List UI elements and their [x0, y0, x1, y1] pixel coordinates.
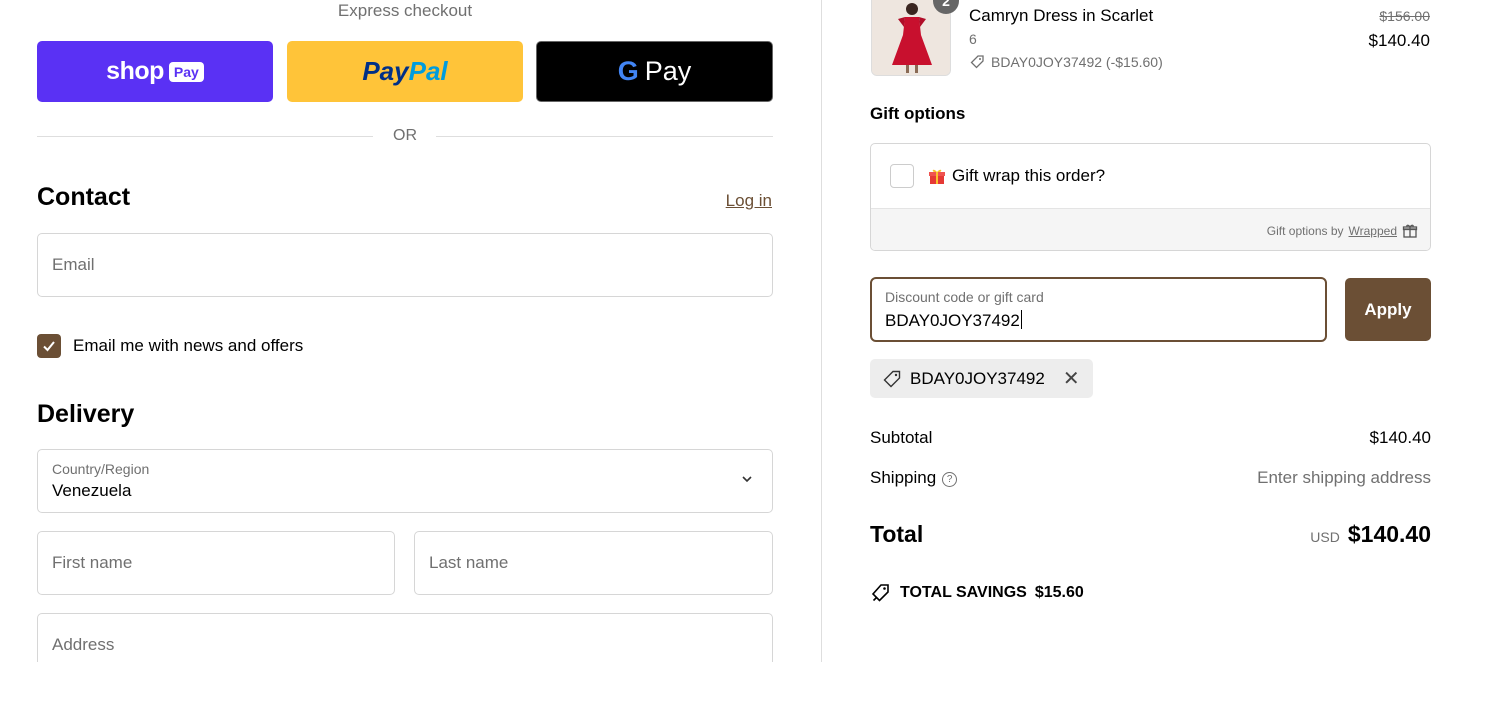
- discount-label: Discount code or gift card: [885, 289, 1044, 305]
- log-in-link[interactable]: Log in: [726, 191, 772, 211]
- wrapped-link[interactable]: Wrapped: [1349, 224, 1397, 238]
- google-pay-label: Pay: [644, 56, 692, 86]
- product-variant: 6: [969, 31, 977, 47]
- google-g-icon: G: [617, 56, 639, 86]
- gift-emoji-icon: [929, 169, 945, 184]
- first-name-field[interactable]: First name: [37, 531, 395, 595]
- shop-pay-wordmark: shop: [106, 57, 164, 85]
- newsletter-checkbox[interactable]: [37, 334, 61, 358]
- help-icon[interactable]: ?: [942, 472, 958, 487]
- currency-code: USD: [1310, 529, 1340, 545]
- applied-code: BDAY0JOY37492: [910, 368, 1045, 388]
- discount-code-input[interactable]: Discount code or gift card BDAY0JOY37492: [870, 277, 1327, 342]
- savings-tag-icon: [871, 584, 889, 602]
- savings-label: TOTAL SAVINGS: [900, 584, 1027, 601]
- gift-by-text: Gift options by: [1266, 223, 1344, 238]
- apply-button[interactable]: Apply: [1345, 278, 1431, 341]
- remove-discount-icon[interactable]: ✕: [1063, 366, 1080, 391]
- total-row: Total USD $140.40: [870, 521, 1431, 548]
- subtotal-value: $140.40: [1369, 428, 1431, 447]
- subtotal-label: Subtotal: [870, 428, 933, 447]
- order-summary-column: 2 Camryn Dress in Scarlet 6 BDAY0JOY3749…: [823, 0, 1500, 662]
- or-divider: OR: [37, 126, 773, 146]
- gift-options-box: Gift wrap this order? Gift options by Wr…: [870, 143, 1431, 251]
- total-amount: $140.40: [1347, 521, 1431, 547]
- shipping-row: Shipping? Enter shipping address: [870, 468, 1431, 488]
- product-discount: BDAY0JOY37492 (-$15.60): [969, 54, 1163, 70]
- address-placeholder: Address: [52, 635, 115, 654]
- chevron-down-icon: [742, 476, 752, 483]
- last-name-placeholder: Last name: [429, 553, 509, 572]
- google-pay-button[interactable]: G Pay: [536, 41, 773, 102]
- gift-wrap-question: Gift wrap this order?: [952, 166, 1106, 185]
- total-amount-wrap: USD $140.40: [1310, 521, 1431, 548]
- gift-wrap-checkbox[interactable]: [890, 164, 914, 188]
- gift-wrap-label: Gift wrap this order?: [928, 166, 1105, 186]
- delivery-heading: Delivery: [37, 400, 135, 428]
- email-field[interactable]: Email: [37, 233, 773, 297]
- text-caret: [1020, 310, 1022, 329]
- shipping-label-wrap: Shipping?: [870, 468, 958, 488]
- country-select[interactable]: Country/Region Venezuela: [37, 449, 773, 513]
- tag-icon: [970, 55, 984, 69]
- address-field[interactable]: Address: [37, 613, 773, 662]
- total-label: Total: [870, 521, 924, 547]
- first-name-placeholder: First name: [52, 553, 133, 572]
- shipping-value: Enter shipping address: [1257, 468, 1431, 487]
- total-savings: TOTAL SAVINGS $15.60: [870, 583, 1084, 603]
- discount-value: BDAY0JOY37492: [885, 310, 1022, 331]
- product-name: Camryn Dress in Scarlet: [969, 6, 1154, 25]
- discounted-price: $140.40: [1368, 31, 1430, 50]
- savings-value: $15.60: [1034, 584, 1084, 601]
- or-text: OR: [393, 127, 417, 144]
- gift-icon: [1402, 224, 1418, 238]
- shipping-label: Shipping: [870, 468, 937, 487]
- checkmark-icon: [43, 341, 55, 352]
- original-price: $156.00: [1379, 8, 1430, 24]
- express-checkout-title: Express checkout: [337, 1, 473, 20]
- shop-pay-button[interactable]: shop Pay: [37, 41, 273, 102]
- paypal-button[interactable]: Pay Pal: [287, 41, 523, 102]
- tag-icon: [883, 370, 901, 387]
- gift-wrap-option[interactable]: Gift wrap this order?: [871, 144, 1430, 208]
- paypal-wordmark-pal: Pal: [408, 56, 448, 86]
- country-label: Country/Region: [52, 461, 150, 477]
- subtotal-row: Subtotal $140.40: [870, 428, 1431, 448]
- product-discount-text: BDAY0JOY37492 (-$15.60): [991, 54, 1163, 70]
- country-value: Venezuela: [52, 481, 132, 500]
- checkout-form-column: Express checkout shop Pay Pay Pal G Pay O…: [0, 0, 822, 662]
- email-placeholder: Email: [52, 255, 95, 274]
- applied-discount-chip: BDAY0JOY37492 ✕: [870, 359, 1093, 398]
- newsletter-option[interactable]: Email me with news and offers: [37, 334, 303, 358]
- contact-heading: Contact: [37, 183, 131, 211]
- gift-options-title: Gift options: [870, 104, 966, 123]
- last-name-field[interactable]: Last name: [414, 531, 773, 595]
- newsletter-label: Email me with news and offers: [73, 336, 304, 355]
- gift-options-footer: Gift options by Wrapped: [871, 208, 1430, 250]
- paypal-wordmark-pay: Pay: [362, 56, 409, 86]
- shop-pay-pill: Pay: [168, 61, 204, 82]
- discount-value-text: BDAY0JOY37492: [885, 311, 1020, 330]
